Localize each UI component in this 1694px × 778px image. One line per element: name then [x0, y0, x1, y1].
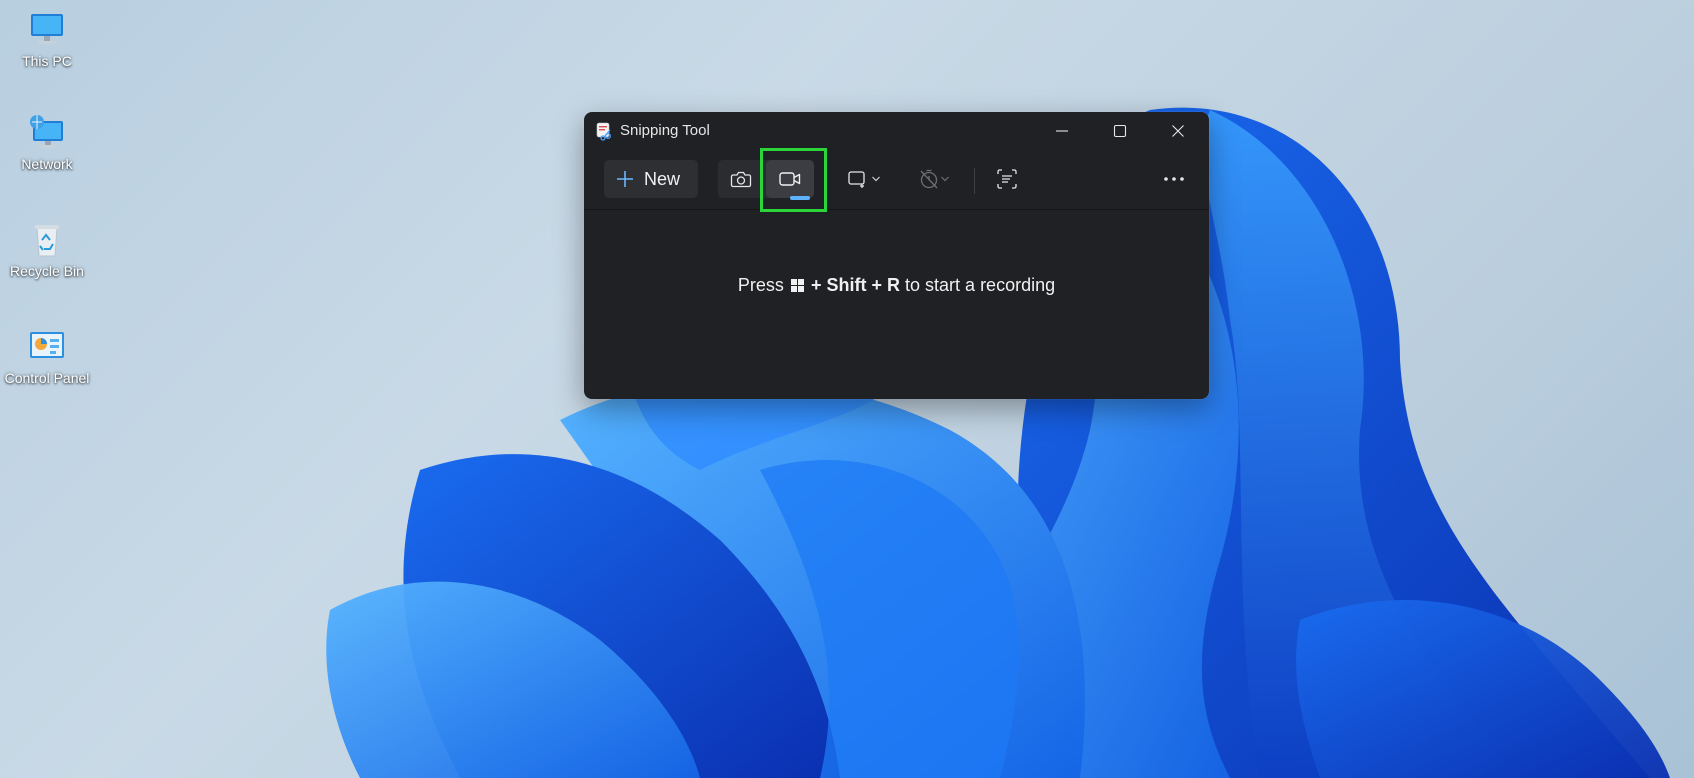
hint-plus-1: +: [810, 275, 822, 295]
more-icon: [1164, 177, 1184, 181]
desktop-icon-control-panel[interactable]: Control Panel: [0, 327, 94, 386]
more-options-button[interactable]: [1154, 160, 1194, 198]
timer-off-icon: [920, 169, 938, 189]
chevron-down-icon: [872, 176, 880, 182]
network-icon: [30, 115, 63, 148]
chevron-down-icon: [941, 176, 949, 182]
selected-indicator: [790, 196, 810, 200]
minimize-button[interactable]: [1033, 112, 1091, 150]
rectangle-mode-icon: [848, 171, 865, 188]
desktop-icon-recycle-bin[interactable]: Recycle Bin: [0, 220, 94, 279]
desktop-icon-label: Control Panel: [4, 370, 90, 386]
text-actions-icon: [997, 169, 1017, 189]
window-title: Snipping Tool: [620, 122, 710, 139]
snipping-tool-window: Snipping Tool New Press + Shift + R to s…: [584, 112, 1209, 399]
screenshot-mode-button[interactable]: [718, 160, 764, 198]
snip-shape-dropdown[interactable]: [840, 160, 888, 198]
hint-key-shift: Shift: [826, 275, 867, 295]
video-mode-button[interactable]: [766, 160, 814, 200]
new-button-label: New: [644, 168, 681, 189]
new-button[interactable]: New: [604, 160, 698, 198]
desktop-icon-label: This PC: [22, 53, 72, 69]
recycle-bin-icon: [35, 225, 59, 257]
close-button[interactable]: [1149, 112, 1207, 150]
hint-prefix: Press: [737, 275, 784, 295]
video-icon: [779, 172, 801, 186]
desktop-icon-network[interactable]: Network: [0, 113, 94, 172]
hint-suffix: to start a recording: [905, 275, 1056, 295]
windows-key-icon: [790, 279, 804, 292]
desktop-icon-this-pc[interactable]: This PC: [0, 10, 94, 69]
text-actions-button[interactable]: [984, 160, 1030, 198]
desktop-icon-label: Recycle Bin: [10, 263, 84, 279]
capture-mode-toggle: [718, 160, 814, 200]
title-bar[interactable]: Snipping Tool: [584, 112, 1209, 150]
hint-plus-2: +: [871, 275, 882, 295]
snipping-tool-app-icon: [596, 122, 611, 141]
toolbar-separator: [974, 168, 975, 194]
close-icon: [1172, 125, 1184, 137]
maximize-icon: [1113, 124, 1127, 138]
camera-icon: [730, 171, 752, 188]
delay-timer-dropdown[interactable]: [910, 160, 958, 198]
minimize-icon: [1056, 130, 1068, 132]
computer-icon: [31, 14, 63, 44]
toolbar: [584, 208, 1209, 210]
hint-key-r: R: [887, 275, 901, 295]
plus-icon: [617, 171, 633, 187]
recording-hint: Press + Shift + R to start a recording: [584, 275, 1209, 296]
maximize-button[interactable]: [1091, 112, 1149, 150]
desktop-icon-label: Network: [21, 156, 73, 172]
control-panel-icon: [30, 332, 64, 358]
